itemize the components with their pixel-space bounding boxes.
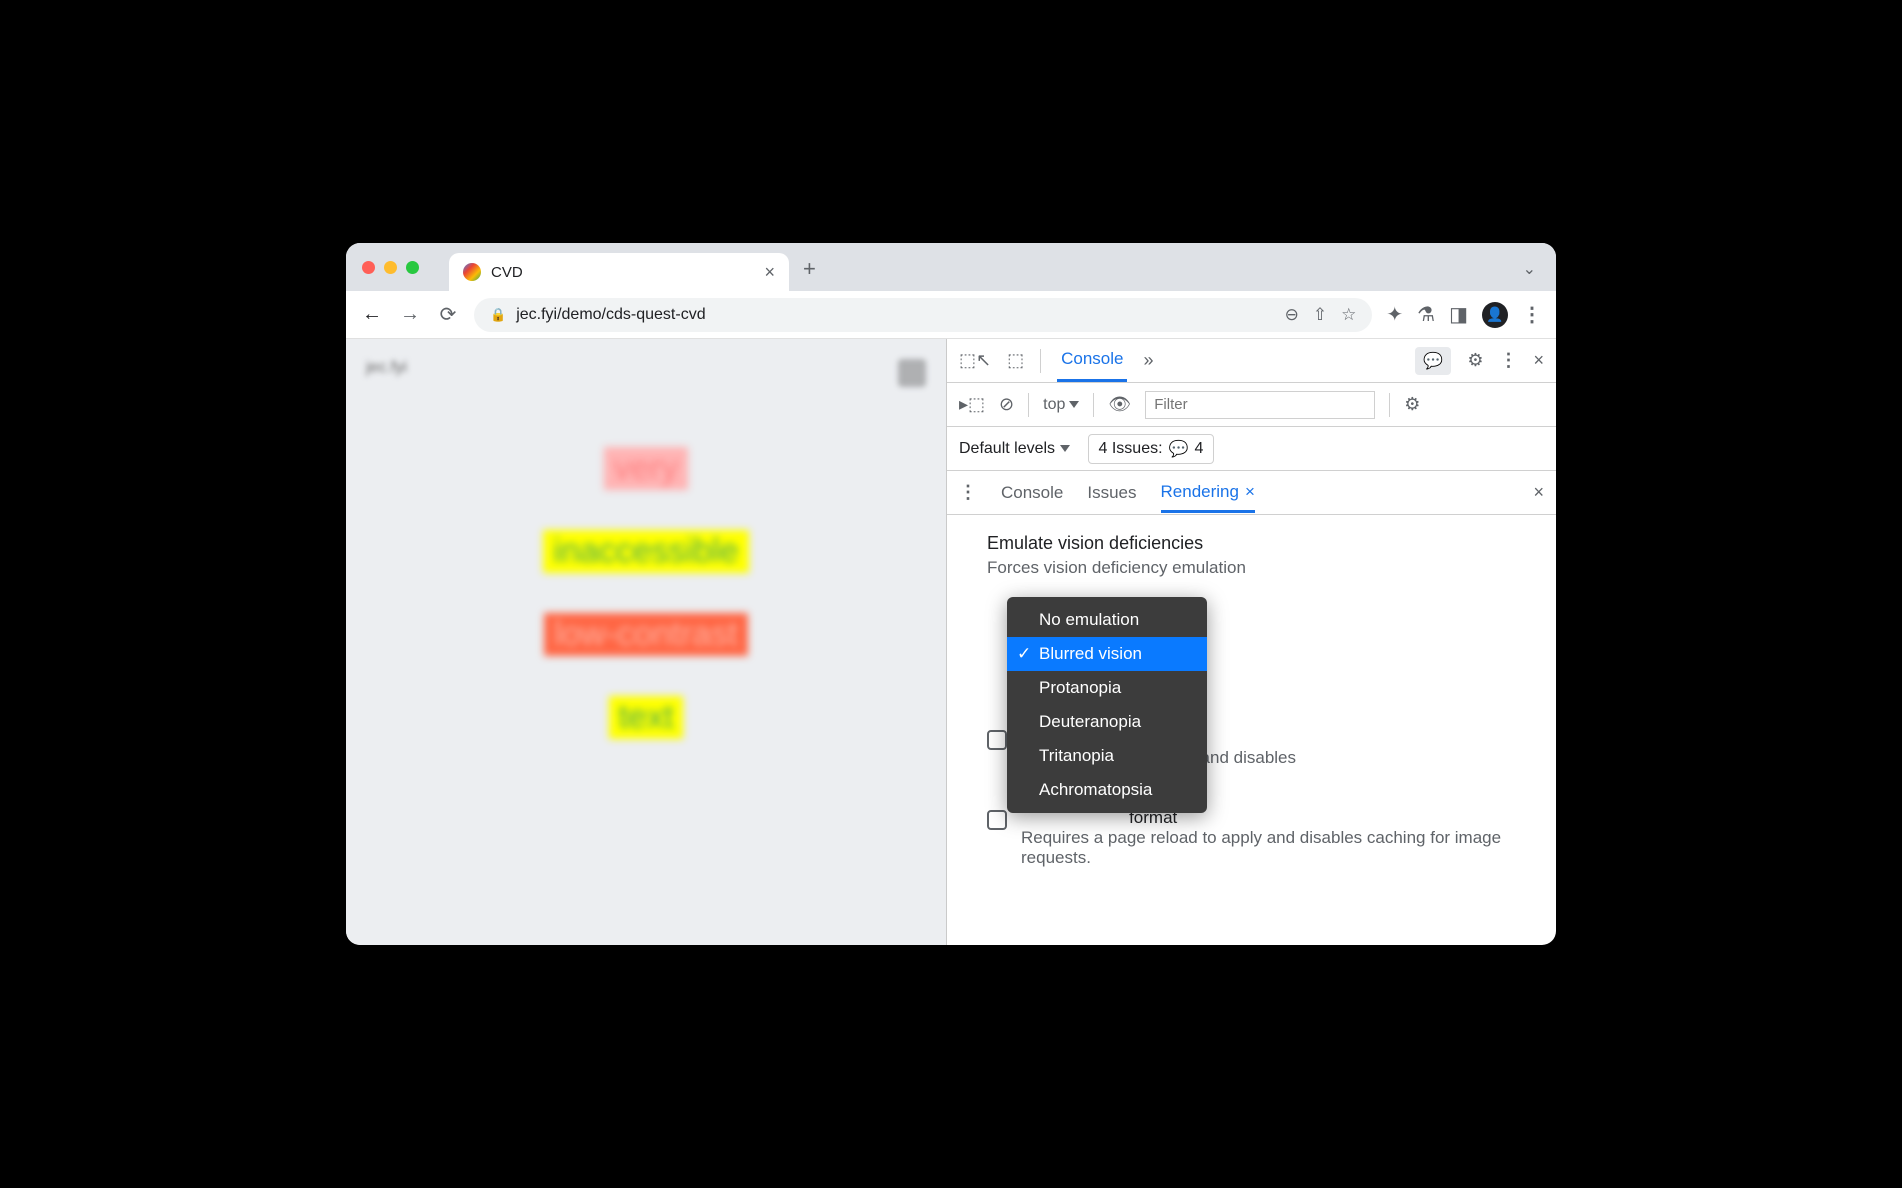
extensions-icon[interactable]: ✦	[1386, 302, 1403, 327]
new-tab-button[interactable]: +	[803, 256, 816, 282]
sidebar-toggle-icon[interactable]: ▸⬚	[959, 394, 985, 415]
issues-counter[interactable]: 4 Issues: 💬 4	[1088, 434, 1215, 464]
dropdown-option-tritanopia[interactable]: Tritanopia	[1007, 739, 1207, 773]
favicon-icon	[463, 263, 481, 281]
close-window-button[interactable]	[362, 261, 375, 274]
device-icon[interactable]: ⬚	[1007, 350, 1024, 371]
clear-console-icon[interactable]: ⊘	[999, 394, 1014, 415]
tab-title: CVD	[491, 264, 754, 281]
devtools-panel: ⬚↖ ⬚ Console » 💬 ⚙ ⋮ × ▸⬚ ⊘ top 👁	[946, 339, 1556, 945]
url-text: jec.fyi/demo/cds-quest-cvd	[516, 306, 705, 324]
rendering-panel: Emulate vision deficiencies Forces visio…	[947, 515, 1556, 906]
address-icons: ⊖ ⇧ ☆	[1285, 305, 1357, 325]
demo-word: low-contrast	[544, 613, 747, 656]
traffic-lights	[362, 261, 419, 274]
drawer-console-tab[interactable]: Console	[1001, 483, 1063, 503]
zoom-icon[interactable]: ⊖	[1285, 305, 1299, 325]
close-icon[interactable]: ×	[1245, 482, 1255, 502]
console-toolbar: ▸⬚ ⊘ top 👁 ⚙	[947, 383, 1556, 427]
dropdown-option-no-emulation[interactable]: No emulation	[1007, 603, 1207, 637]
drawer-rendering-tab[interactable]: Rendering ×	[1161, 482, 1255, 513]
lock-icon: 🔒	[490, 307, 506, 323]
reload-button[interactable]: ⟳	[436, 302, 460, 327]
demo-word: very	[604, 447, 688, 490]
dark-mode-toggle[interactable]	[898, 359, 926, 387]
page-viewport: jec.fyi very inaccessible low-contrast t…	[346, 339, 946, 945]
close-devtools-button[interactable]: ×	[1533, 350, 1544, 371]
maximize-window-button[interactable]	[406, 261, 419, 274]
console-settings-icon[interactable]: ⚙	[1404, 394, 1420, 415]
filter-input[interactable]	[1145, 391, 1375, 419]
drawer-issues-tab[interactable]: Issues	[1087, 483, 1136, 503]
back-button[interactable]: ←	[360, 303, 384, 326]
inspect-icon[interactable]: ⬚↖	[959, 350, 991, 371]
devtools-menu-icon[interactable]: ⋮	[1499, 350, 1517, 371]
forward-button[interactable]: →	[398, 303, 422, 326]
page-site-name: jec.fyi	[366, 359, 407, 387]
browser-toolbar: ← → ⟳ 🔒 jec.fyi/demo/cds-quest-cvd ⊖ ⇧ ☆…	[346, 291, 1556, 339]
console-filter-bar: Default levels 4 Issues: 💬 4	[947, 427, 1556, 471]
close-drawer-button[interactable]: ×	[1533, 482, 1544, 503]
settings-icon[interactable]: ⚙	[1467, 350, 1483, 371]
close-tab-button[interactable]: ×	[764, 262, 775, 283]
checkbox[interactable]	[987, 730, 1007, 750]
demo-word: inaccessible	[543, 530, 748, 573]
demo-words: very inaccessible low-contrast text	[366, 447, 926, 739]
sidepanel-icon[interactable]: ◨	[1449, 302, 1468, 327]
profile-avatar[interactable]: 👤	[1482, 302, 1508, 328]
menu-button[interactable]: ⋮	[1522, 302, 1542, 327]
live-expression-icon[interactable]: 👁	[1108, 394, 1131, 415]
demo-word: text	[609, 696, 684, 739]
section-subtitle: Forces vision deficiency emulation	[987, 558, 1516, 578]
address-bar[interactable]: 🔒 jec.fyi/demo/cds-quest-cvd ⊖ ⇧ ☆	[474, 298, 1372, 332]
more-tabs-icon[interactable]: »	[1143, 350, 1153, 371]
tabs-dropdown-icon[interactable]: ⌄	[1523, 259, 1536, 279]
log-levels-selector[interactable]: Default levels	[959, 440, 1070, 458]
minimize-window-button[interactable]	[384, 261, 397, 274]
dropdown-option-protanopia[interactable]: Protanopia	[1007, 671, 1207, 705]
labs-icon[interactable]: ⚗	[1417, 302, 1435, 327]
checkbox-row: Enable WebP format Requires a page reloa…	[987, 808, 1516, 868]
browser-tab[interactable]: CVD ×	[449, 253, 789, 291]
dropdown-option-deuteranopia[interactable]: Deuteranopia	[1007, 705, 1207, 739]
drawer-tabs: ⋮ Console Issues Rendering × ×	[947, 471, 1556, 515]
vision-deficiency-dropdown: No emulation Blurred vision Protanopia D…	[1007, 597, 1207, 813]
checkbox[interactable]	[987, 810, 1007, 830]
drawer-menu-icon[interactable]: ⋮	[959, 482, 977, 503]
console-tab[interactable]: Console	[1057, 339, 1127, 382]
checkbox-description: Requires a page reload to apply and disa…	[1021, 828, 1516, 868]
dropdown-option-achromatopsia[interactable]: Achromatopsia	[1007, 773, 1207, 807]
bookmark-icon[interactable]: ☆	[1341, 305, 1356, 325]
content-area: jec.fyi very inaccessible low-contrast t…	[346, 339, 1556, 945]
context-selector[interactable]: top	[1043, 396, 1079, 414]
share-icon[interactable]: ⇧	[1313, 305, 1327, 325]
dropdown-option-blurred-vision[interactable]: Blurred vision	[1007, 637, 1207, 671]
devtools-toolbar: ⬚↖ ⬚ Console » 💬 ⚙ ⋮ ×	[947, 339, 1556, 383]
title-bar: CVD × + ⌄	[346, 243, 1556, 291]
browser-window: CVD × + ⌄ ← → ⟳ 🔒 jec.fyi/demo/cds-quest…	[346, 243, 1556, 945]
section-title: Emulate vision deficiencies	[987, 533, 1516, 554]
issues-indicator-icon[interactable]: 💬	[1415, 347, 1451, 375]
